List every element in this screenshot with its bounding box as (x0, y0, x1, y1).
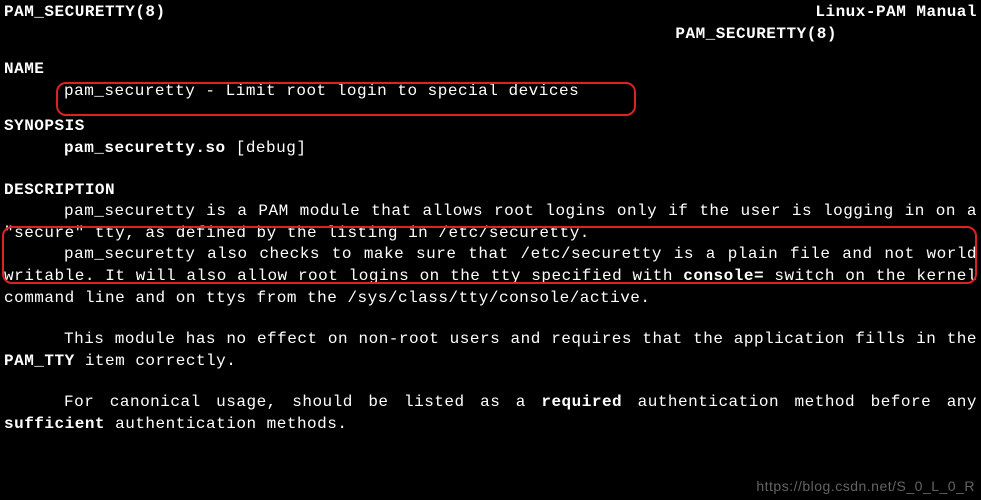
description-p4-b2: sufficient (4, 415, 105, 433)
description-p3-pre: This module has no effect on non-root us… (64, 330, 977, 348)
description-p2-bold: console= (683, 267, 764, 285)
description-p4-pre: For canonical usage, should be listed as… (64, 393, 541, 411)
description-p3: This module has no effect on non-root us… (4, 329, 977, 372)
header-subtitle: PAM_SECURETTY(8) (4, 24, 977, 46)
synopsis-command: pam_securetty.so (64, 139, 226, 157)
description-p3-bold: PAM_TTY (4, 352, 75, 370)
header-right: Linux-PAM Manual (815, 2, 977, 24)
header-left: PAM_SECURETTY(8) (4, 2, 166, 24)
watermark-text: https://blog.csdn.net/S_0_L_0_R (756, 477, 975, 496)
description-p3-post: item correctly. (75, 352, 237, 370)
description-p4: For canonical usage, should be listed as… (4, 392, 977, 435)
name-line: pam_securetty - Limit root login to spec… (4, 81, 977, 103)
manpage-view: PAM_SECURETTY(8) Linux-PAM Manual PAM_SE… (0, 0, 981, 436)
manpage-header: PAM_SECURETTY(8) Linux-PAM Manual (4, 2, 977, 24)
description-p2: pam_securetty also checks to make sure t… (4, 244, 977, 309)
section-title-synopsis: SYNOPSIS (4, 116, 977, 138)
description-p4-post: authentication methods. (105, 415, 347, 433)
synopsis-line: pam_securetty.so [debug] (4, 138, 977, 160)
section-title-name: NAME (4, 59, 977, 81)
synopsis-args: [debug] (226, 139, 307, 157)
description-p4-mid: authentication method before any (622, 393, 977, 411)
description-p1: pam_securetty is a PAM module that allow… (4, 201, 977, 244)
section-title-description: DESCRIPTION (4, 180, 977, 202)
description-p4-b1: required (541, 393, 622, 411)
